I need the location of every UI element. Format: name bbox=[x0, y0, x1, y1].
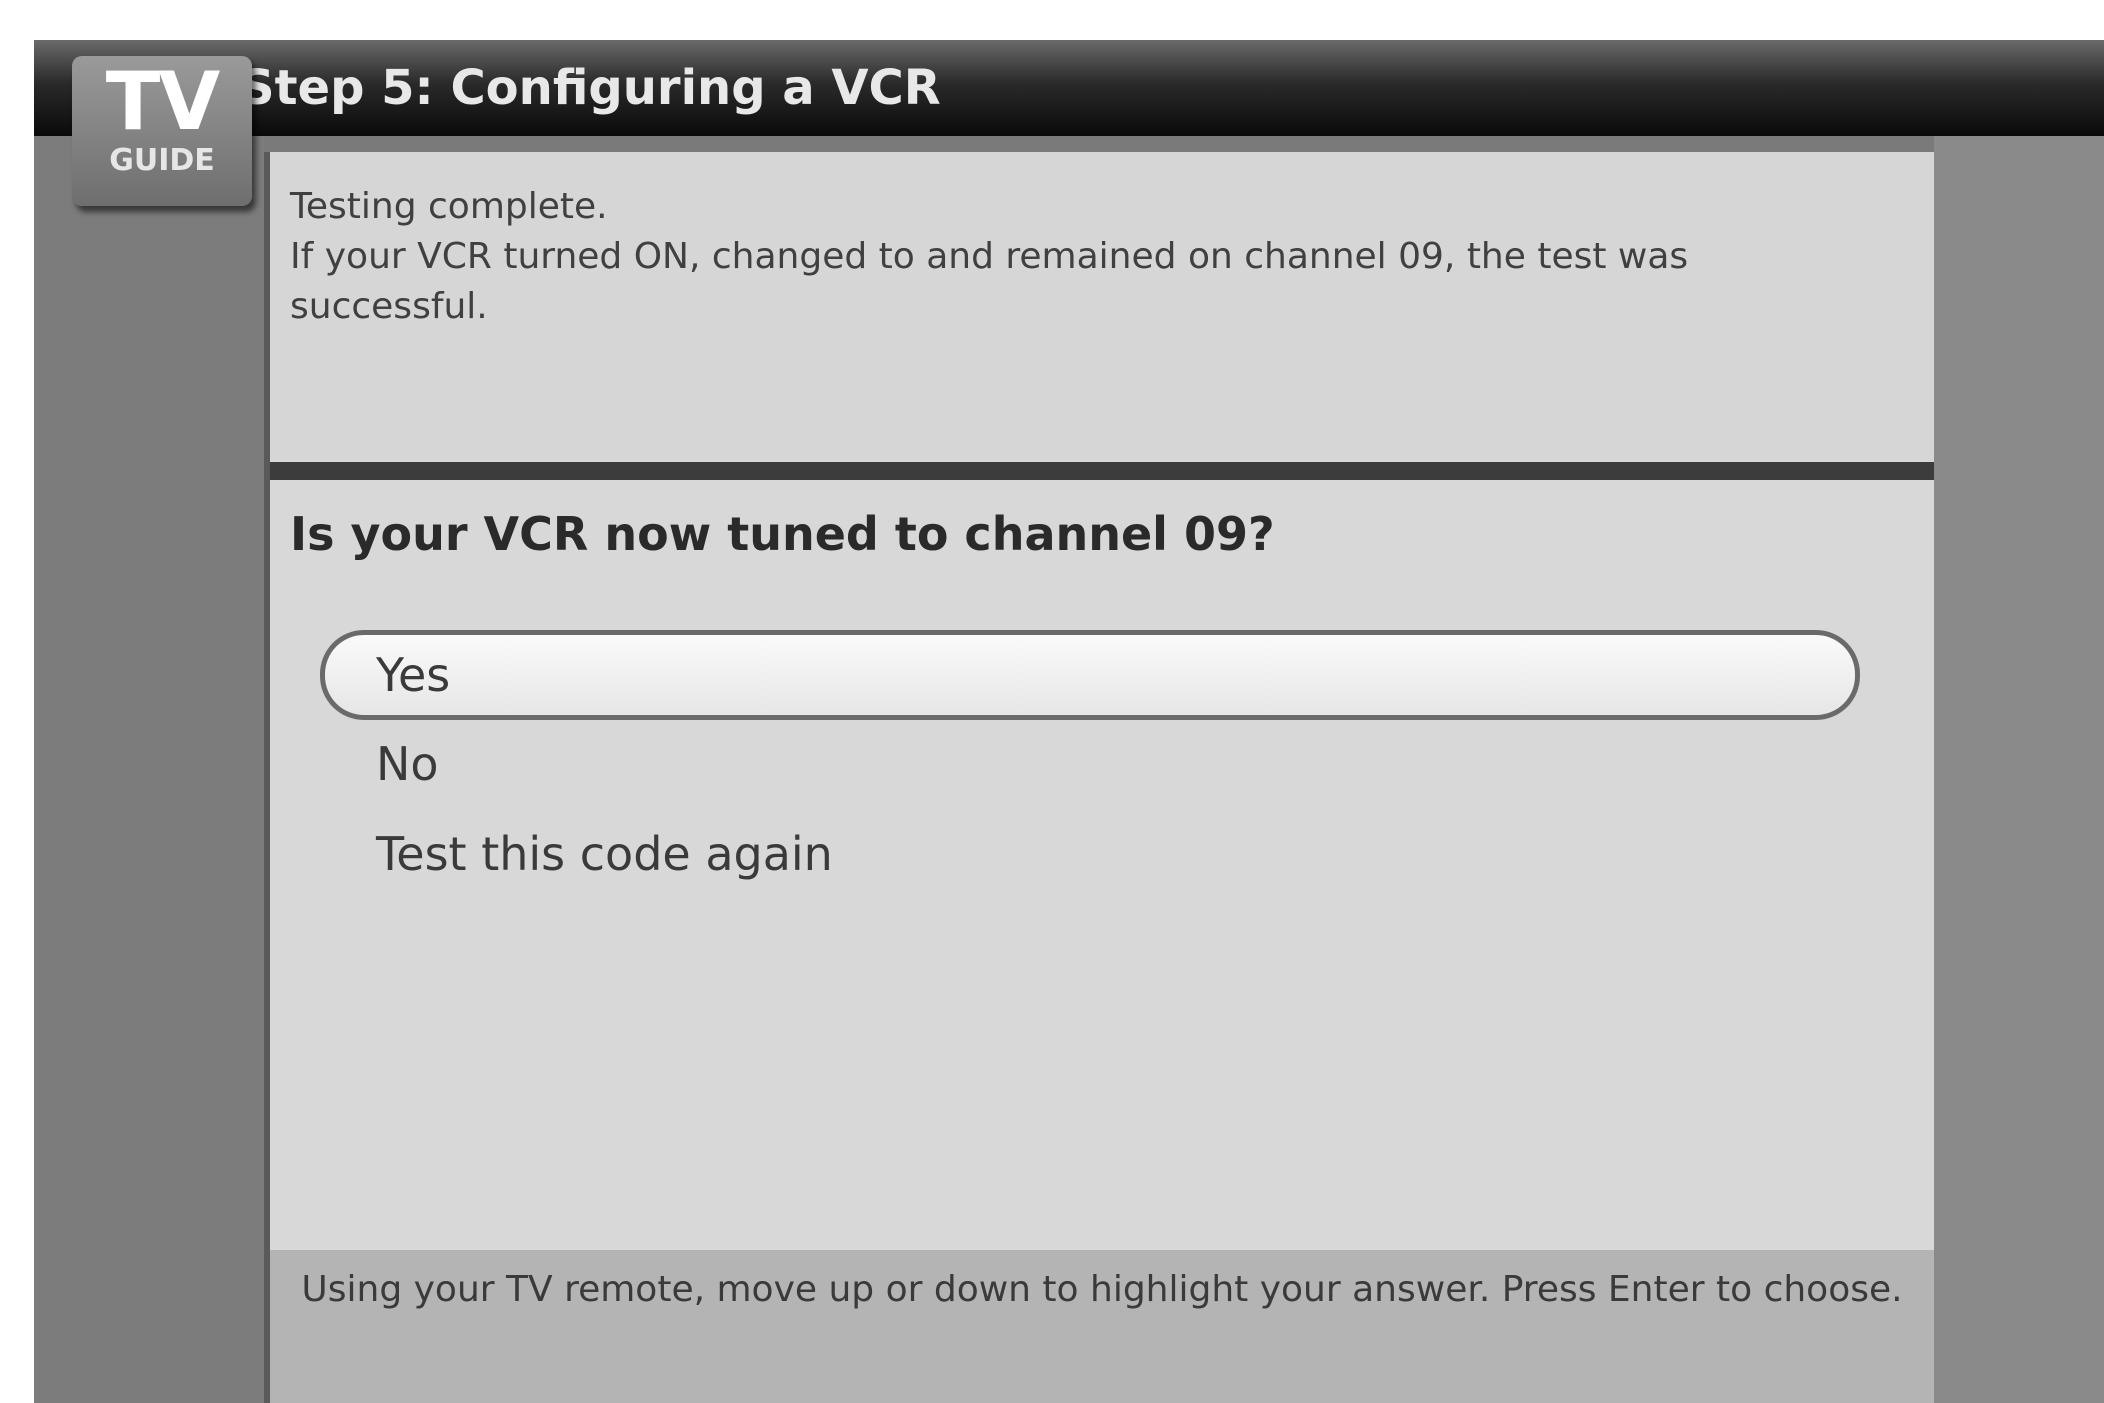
right-background-band bbox=[1934, 136, 2104, 1403]
option-test-again[interactable]: Test this code again bbox=[320, 810, 1860, 900]
info-box: Testing complete. If your VCR turned ON,… bbox=[270, 152, 1934, 480]
info-detail-line: If your VCR turned ON, changed to and re… bbox=[290, 236, 1689, 327]
logo-guide-text: GUIDE bbox=[109, 143, 215, 178]
option-no[interactable]: No bbox=[320, 720, 1860, 810]
question-text: Is your VCR now tuned to channel 09? bbox=[290, 507, 1275, 561]
logo-tv-text: TV bbox=[105, 55, 220, 148]
instructions-text: Using your TV remote, move up or down to… bbox=[301, 1269, 1903, 1310]
main-panel: Testing complete. If your VCR turned ON,… bbox=[264, 152, 1934, 1403]
option-yes[interactable]: Yes bbox=[320, 630, 1860, 720]
tv-guide-logo: TV GUIDE bbox=[72, 56, 252, 206]
answer-options-list: Yes No Test this code again bbox=[320, 630, 1860, 900]
tv-guide-screen: TV GUIDE Step 5: Configuring a VCR Testi… bbox=[34, 40, 2104, 1403]
page-title: Step 5: Configuring a VCR bbox=[240, 60, 941, 116]
instructions-bar: Using your TV remote, move up or down to… bbox=[270, 1250, 1934, 1403]
left-background-band bbox=[34, 136, 264, 1403]
info-text: Testing complete. If your VCR turned ON,… bbox=[290, 182, 1850, 332]
info-status-line: Testing complete. bbox=[290, 186, 608, 227]
